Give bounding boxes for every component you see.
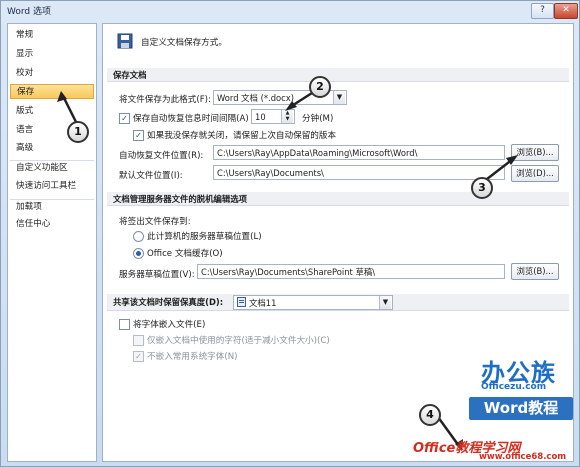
callout-3: 3 <box>471 177 493 199</box>
watermark-badge: Word教程 <box>469 397 573 420</box>
word-options-window: Word 选项 ? ✕ 常规 显示 校对 保存 版式 语言 高级 自定义功能区 … <box>0 0 580 467</box>
callout-2: 2 <box>309 76 331 98</box>
callout-1: 1 <box>67 121 89 143</box>
watermark-url: www.office68.com <box>479 452 567 462</box>
callout-4: 4 <box>419 404 441 426</box>
watermark-site: Officezu.com <box>481 382 547 392</box>
